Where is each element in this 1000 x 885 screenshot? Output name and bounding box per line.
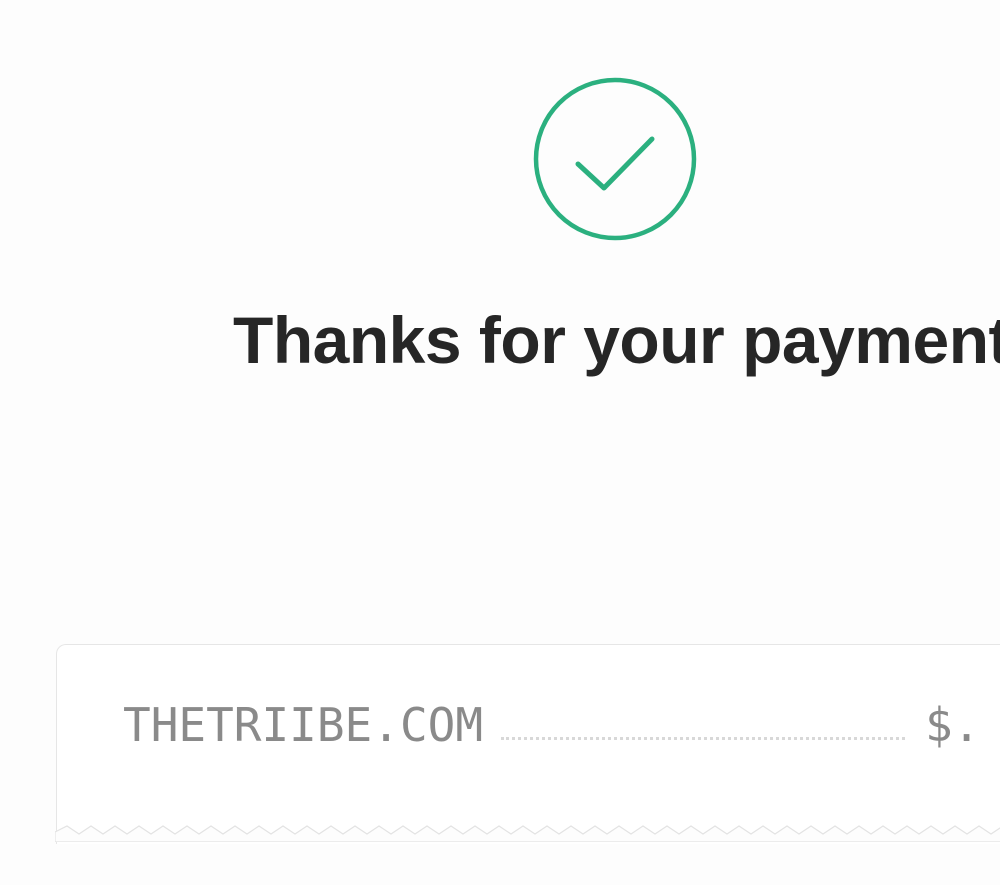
payment-confirmation-page: Thanks for your payment THETRIIBE.COM $. — [0, 0, 1000, 885]
receipt-line-item: THETRIIBE.COM $. — [123, 697, 1000, 753]
amount-value: $. — [925, 698, 981, 752]
dotted-leader — [501, 736, 906, 740]
check-circle-icon — [533, 77, 697, 241]
receipt-torn-edge — [55, 825, 1000, 842]
receipt-card: THETRIIBE.COM $. — [56, 644, 1000, 844]
page-title: Thanks for your payment — [233, 303, 1000, 377]
merchant-name: THETRIIBE.COM — [123, 698, 484, 752]
